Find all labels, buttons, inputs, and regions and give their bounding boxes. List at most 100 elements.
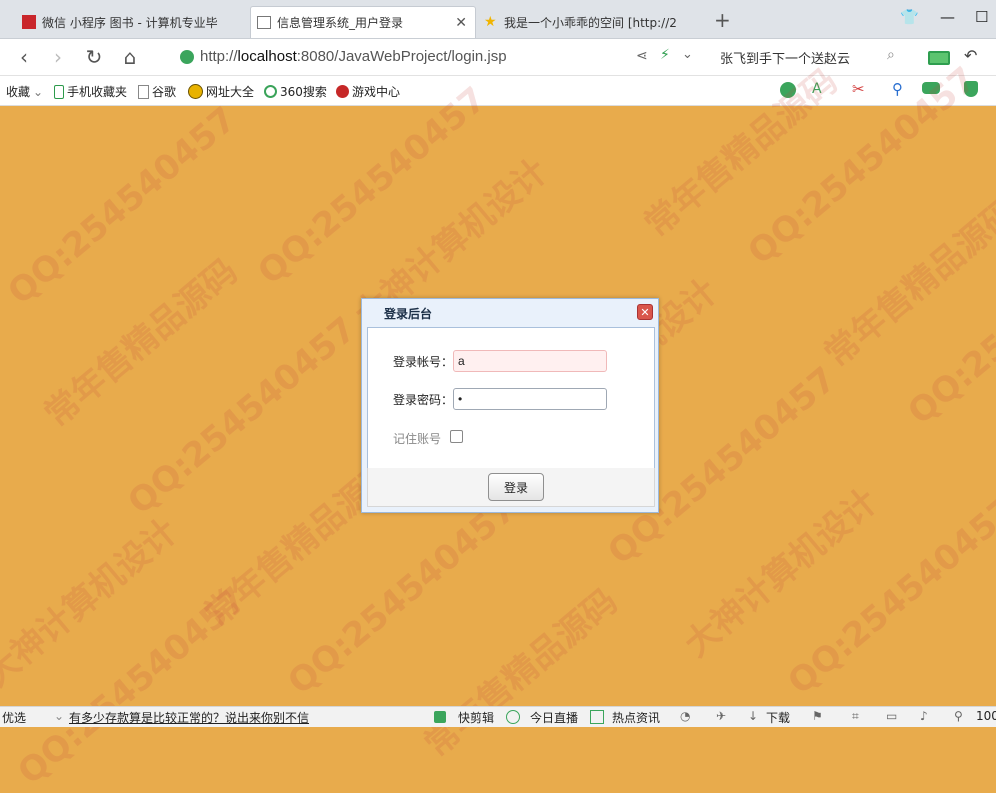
status-item[interactable]: 下载	[766, 709, 790, 726]
battery-icon[interactable]	[928, 51, 950, 65]
chat-icon[interactable]	[780, 82, 796, 98]
bookmark-label: 谷歌	[152, 85, 177, 99]
dialog-body: 登录帐号： a 登录密码： • 记住账号	[367, 327, 655, 469]
account-input[interactable]: a	[453, 350, 607, 372]
window-icon[interactable]: ▭	[886, 709, 897, 723]
globe-icon	[188, 84, 203, 99]
tab-label: 信息管理系统_用户登录	[277, 16, 404, 30]
star-icon: ★	[484, 14, 497, 30]
gamepad-icon[interactable]	[922, 82, 940, 94]
document-icon	[138, 84, 149, 99]
watermark: QQ:254540457	[0, 99, 244, 313]
bookmark-favorites[interactable]: 收藏 ⌄	[6, 83, 43, 100]
minimize-icon[interactable]: —	[940, 8, 955, 26]
remember-checkbox[interactable]	[450, 430, 463, 443]
news-icon	[590, 710, 604, 724]
chevron-down-icon: ⌄	[54, 709, 65, 723]
speed-icon[interactable]: ◔	[680, 709, 690, 723]
watermark: QQ:254540457	[280, 489, 524, 703]
translate-icon[interactable]: A	[812, 81, 822, 97]
status-left[interactable]: 优选	[2, 709, 26, 726]
tab-bar: 微信 小程序 图书 - 计算机专业毕 信息管理系统_用户登录 ✕ ★ 我是一个小…	[0, 0, 996, 39]
watermark: 大神计算机设计	[677, 481, 886, 665]
status-item[interactable]: 热点资讯	[612, 709, 660, 726]
tab-wechat[interactable]: 微信 小程序 图书 - 计算机专业毕	[16, 6, 242, 38]
close-icon[interactable]: ✕	[455, 15, 467, 31]
lightning-icon[interactable]: ⚡	[660, 47, 670, 63]
new-tab-button[interactable]: +	[714, 8, 731, 32]
login-dialog: 登录后台 ✕ 登录帐号： a 登录密码： • 记住账号 登录	[361, 298, 659, 513]
search-icon[interactable]: ⌕	[887, 47, 895, 63]
bookmark-label: 360搜索	[280, 85, 327, 99]
url-path: :8080/JavaWebProject/login.jsp	[296, 48, 507, 65]
wechat-red-icon	[22, 15, 36, 29]
scissors-icon[interactable]: ✂	[852, 80, 865, 98]
home-icon[interactable]: ⌂	[118, 45, 142, 69]
news-link[interactable]: 有多少存款算是比较正常的？说出来你别不信	[69, 709, 309, 726]
pin-icon[interactable]: ✈	[716, 709, 726, 723]
bookmark-360search[interactable]: 360搜索	[264, 83, 327, 100]
crop-icon[interactable]: ⌗	[852, 709, 859, 724]
page-content: QQ:254540457 QQ:254540457 QQ:254540457 常…	[0, 59, 996, 793]
watermark: QQ:254540457	[120, 309, 364, 523]
back-icon[interactable]: ‹	[12, 45, 36, 69]
chevron-down-icon[interactable]: ⌄	[682, 47, 693, 62]
flag-icon[interactable]: ⚑	[812, 709, 823, 723]
password-input[interactable]: •	[453, 388, 607, 410]
login-button[interactable]: 登录	[488, 473, 544, 501]
search-suggestion[interactable]: 张飞到手下一个送赵云	[720, 48, 850, 67]
download-icon: ↓	[748, 709, 759, 723]
bookmark-nav[interactable]: 网址大全	[188, 83, 254, 100]
close-icon[interactable]: ✕	[637, 304, 653, 320]
tab-space[interactable]: ★ 我是一个小乖乖的空间 [http://2	[478, 6, 704, 38]
undo-icon[interactable]: ↶	[964, 46, 977, 65]
document-icon	[257, 16, 271, 29]
bookmark-games[interactable]: 游戏中心	[336, 83, 400, 100]
watermark: QQ:254540457	[780, 489, 996, 703]
forward-icon[interactable]: ›	[46, 45, 70, 69]
magnifier-icon[interactable]: ⚲	[892, 80, 903, 98]
url-scheme: http://	[200, 48, 238, 65]
address-bar: ‹ › ↻ ⌂ http://localhost:8080/JavaWebPro…	[0, 39, 996, 76]
bookmark-label: 收藏	[6, 85, 31, 99]
watermark: 大神计算机设计	[0, 511, 186, 695]
search-icon	[264, 85, 277, 98]
password-label: 登录密码：	[393, 393, 454, 407]
watermark: 常年售精品源码	[417, 581, 626, 765]
video-edit-icon	[434, 711, 446, 723]
watermark: QQ:254540457	[250, 79, 494, 293]
watermark: 常年售精品源码	[37, 251, 246, 435]
chevron-down-icon: ⌄	[33, 84, 44, 99]
bookmark-label: 游戏中心	[352, 85, 401, 99]
tab-label: 微信 小程序 图书 - 计算机专业毕	[42, 15, 218, 30]
bookmark-bar: 收藏 ⌄ 手机收藏夹 谷歌 网址大全 360搜索 游戏中心 A ✂ ⚲	[0, 76, 996, 106]
watermark: QQ:254540457	[900, 219, 996, 433]
tab-login[interactable]: 信息管理系统_用户登录 ✕	[250, 6, 476, 38]
play-icon	[506, 710, 520, 724]
zoom-level[interactable]: 100	[976, 709, 996, 723]
volume-icon[interactable]: ♪	[920, 709, 928, 723]
watermark: 常年售精品源码	[817, 191, 996, 375]
url-field[interactable]: http://localhost:8080/JavaWebProject/log…	[200, 48, 507, 65]
status-item[interactable]: 快剪辑	[458, 709, 494, 726]
shield-icon[interactable]	[964, 81, 978, 97]
bookmark-google[interactable]: 谷歌	[138, 83, 176, 100]
phone-icon	[54, 84, 64, 99]
tab-label: 我是一个小乖乖的空间 [http://2	[504, 15, 677, 30]
bookmark-label: 手机收藏夹	[67, 85, 128, 99]
share-icon[interactable]: ⋖	[636, 48, 648, 64]
game-icon	[336, 85, 349, 98]
remember-label: 记住账号	[393, 432, 442, 446]
zoom-icon[interactable]: ⚲	[954, 709, 963, 723]
account-label: 登录帐号：	[393, 355, 454, 369]
dialog-title: 登录后台	[384, 307, 433, 321]
skin-icon[interactable]: 👕	[900, 8, 919, 26]
bookmark-mobile[interactable]: 手机收藏夹	[54, 83, 127, 100]
secure-shield-icon	[180, 50, 194, 64]
maximize-icon[interactable]: ☐	[975, 8, 988, 26]
status-item[interactable]: 今日直播	[530, 709, 578, 726]
watermark: QQ:254540457	[10, 579, 254, 793]
url-host: localhost	[237, 48, 297, 65]
refresh-icon[interactable]: ↻	[82, 45, 106, 69]
dialog-footer: 登录	[367, 468, 655, 507]
